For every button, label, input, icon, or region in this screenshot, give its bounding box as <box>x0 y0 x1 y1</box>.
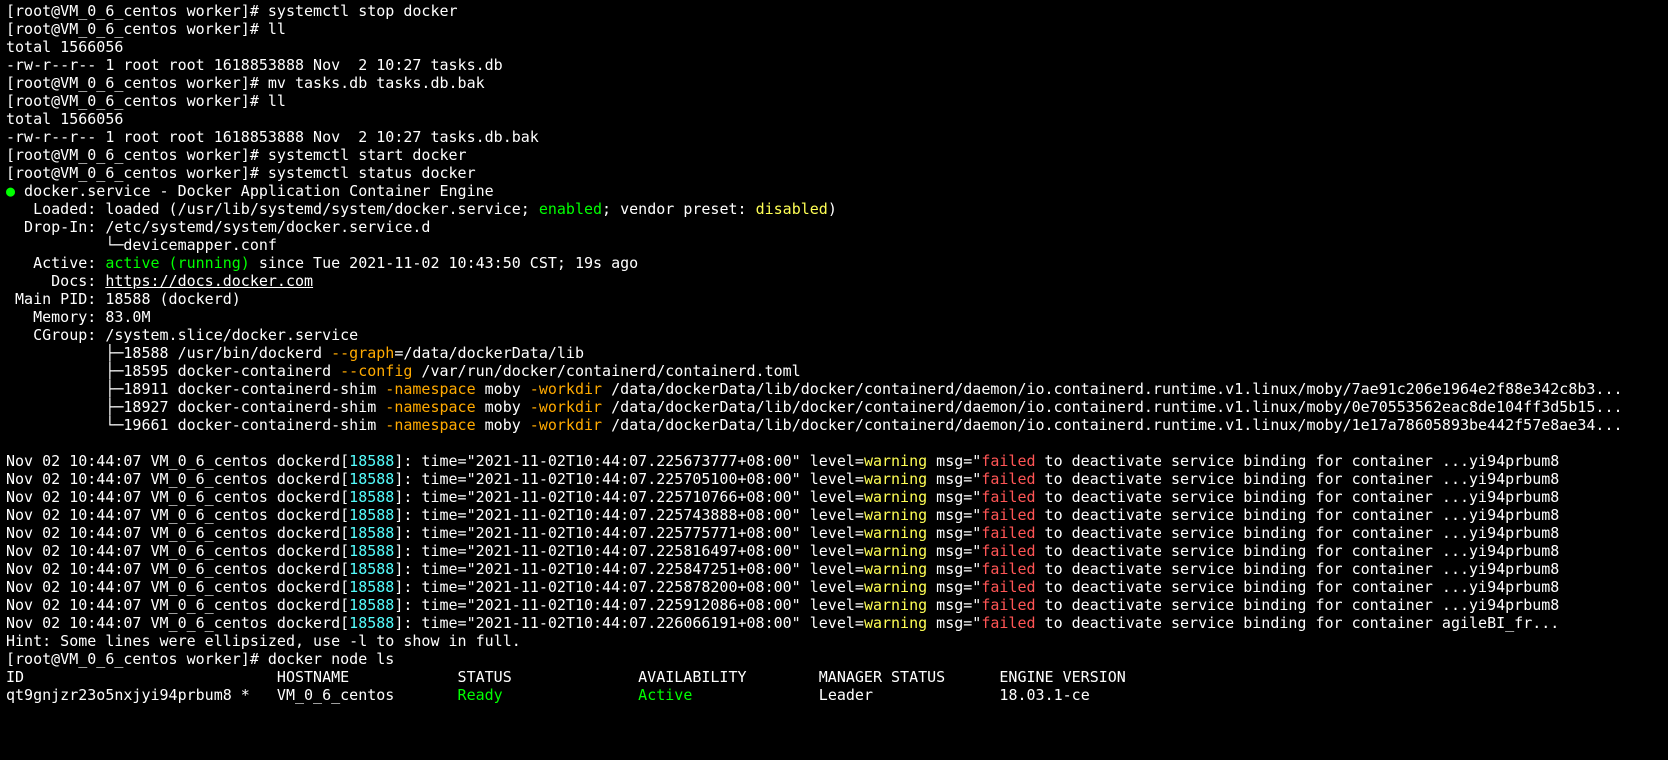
pid-text: 18588 <box>349 578 394 596</box>
terminal-line: └─19661 docker-containerd-shim -namespac… <box>6 416 1662 434</box>
terminal-line: ├─18588 /usr/bin/dockerd --graph=/data/d… <box>6 344 1662 362</box>
pid-text: 18588 <box>349 596 394 614</box>
blank-line <box>6 434 1662 452</box>
flag-text: -workdir <box>530 380 602 398</box>
terminal-line: Nov 02 10:44:07 VM_0_6_centos dockerd[18… <box>6 524 1662 542</box>
failed-text: failed <box>981 524 1035 542</box>
terminal-line: [root@VM_0_6_centos worker]# systemctl s… <box>6 164 1662 182</box>
terminal-line: Docs: https://docs.docker.com <box>6 272 1662 290</box>
terminal-line: [root@VM_0_6_centos worker]# systemctl s… <box>6 146 1662 164</box>
command-text: docker node ls <box>268 650 394 668</box>
pid-text: 18588 <box>349 614 394 632</box>
terminal-line: [root@VM_0_6_centos worker]# mv tasks.db… <box>6 74 1662 92</box>
terminal-line: └─devicemapper.conf <box>6 236 1662 254</box>
level-text: warning <box>864 614 927 632</box>
command-text: systemctl start docker <box>268 146 467 164</box>
docs-link[interactable]: https://docs.docker.com <box>105 272 313 290</box>
terminal-line: -rw-r--r-- 1 root root 1618853888 Nov 2 … <box>6 128 1662 146</box>
command-text: systemctl status docker <box>268 164 476 182</box>
pid-text: 18588 <box>349 560 394 578</box>
failed-text: failed <box>981 488 1035 506</box>
pid-text: 18588 <box>349 452 394 470</box>
level-text: warning <box>864 596 927 614</box>
flag-text: -workdir <box>530 416 602 434</box>
terminal-line: ID HOSTNAME STATUS AVAILABILITY MANAGER … <box>6 668 1662 686</box>
command-text: ll <box>268 20 286 38</box>
terminal-line: [root@VM_0_6_centos worker]# docker node… <box>6 650 1662 668</box>
level-text: warning <box>864 506 927 524</box>
terminal-line: Drop-In: /etc/systemd/system/docker.serv… <box>6 218 1662 236</box>
terminal-line: ● docker.service - Docker Application Co… <box>6 182 1662 200</box>
failed-text: failed <box>981 578 1035 596</box>
pid-text: 18588 <box>349 542 394 560</box>
terminal-line: Nov 02 10:44:07 VM_0_6_centos dockerd[18… <box>6 614 1662 632</box>
terminal-line: Nov 02 10:44:07 VM_0_6_centos dockerd[18… <box>6 560 1662 578</box>
failed-text: failed <box>981 542 1035 560</box>
terminal-line: total 1566056 <box>6 38 1662 56</box>
terminal-line: Nov 02 10:44:07 VM_0_6_centos dockerd[18… <box>6 596 1662 614</box>
terminal[interactable]: [root@VM_0_6_centos worker]# systemctl s… <box>0 0 1668 704</box>
pid-text: 18588 <box>349 488 394 506</box>
level-text: warning <box>864 488 927 506</box>
failed-text: failed <box>981 506 1035 524</box>
level-text: warning <box>864 578 927 596</box>
level-text: warning <box>864 452 927 470</box>
terminal-line: [root@VM_0_6_centos worker]# systemctl s… <box>6 2 1662 20</box>
pid-text: 18588 <box>349 506 394 524</box>
terminal-line: qt9gnjzr23o5nxjyi94prbum8 * VM_0_6_cento… <box>6 686 1662 704</box>
terminal-line: Nov 02 10:44:07 VM_0_6_centos dockerd[18… <box>6 470 1662 488</box>
terminal-line: [root@VM_0_6_centos worker]# ll <box>6 92 1662 110</box>
enabled-text: enabled <box>539 200 602 218</box>
terminal-line: Nov 02 10:44:07 VM_0_6_centos dockerd[18… <box>6 488 1662 506</box>
terminal-line: Nov 02 10:44:07 VM_0_6_centos dockerd[18… <box>6 506 1662 524</box>
flag-text: --config <box>340 362 412 380</box>
command-text: ll <box>268 92 286 110</box>
terminal-line: Active: active (running) since Tue 2021-… <box>6 254 1662 272</box>
disabled-text: disabled <box>756 200 828 218</box>
terminal-line: ├─18911 docker-containerd-shim -namespac… <box>6 380 1662 398</box>
terminal-line: total 1566056 <box>6 110 1662 128</box>
status-dot-icon: ● <box>6 182 15 200</box>
terminal-line: Nov 02 10:44:07 VM_0_6_centos dockerd[18… <box>6 542 1662 560</box>
active-text: active (running) <box>105 254 250 272</box>
failed-text: failed <box>981 614 1035 632</box>
terminal-line: Nov 02 10:44:07 VM_0_6_centos dockerd[18… <box>6 578 1662 596</box>
command-text: systemctl stop docker <box>268 2 458 20</box>
level-text: warning <box>864 524 927 542</box>
terminal-line: [root@VM_0_6_centos worker]# ll <box>6 20 1662 38</box>
level-text: warning <box>864 542 927 560</box>
terminal-line: Main PID: 18588 (dockerd) <box>6 290 1662 308</box>
failed-text: failed <box>981 560 1035 578</box>
flag-text: -workdir <box>530 398 602 416</box>
level-text: warning <box>864 470 927 488</box>
terminal-line: CGroup: /system.slice/docker.service <box>6 326 1662 344</box>
command-text: mv tasks.db tasks.db.bak <box>268 74 485 92</box>
node-avail: Active <box>638 686 819 704</box>
pid-text: 18588 <box>349 470 394 488</box>
failed-text: failed <box>981 452 1035 470</box>
node-status: Ready <box>458 686 639 704</box>
flag-text: -namespace <box>385 380 475 398</box>
flag-text: -namespace <box>385 416 475 434</box>
terminal-line: ├─18595 docker-containerd --config /var/… <box>6 362 1662 380</box>
terminal-line: Nov 02 10:44:07 VM_0_6_centos dockerd[18… <box>6 452 1662 470</box>
flag-text: --graph <box>331 344 394 362</box>
pid-text: 18588 <box>349 524 394 542</box>
level-text: warning <box>864 560 927 578</box>
terminal-line: Hint: Some lines were ellipsized, use -l… <box>6 632 1662 650</box>
terminal-line: Loaded: loaded (/usr/lib/systemd/system/… <box>6 200 1662 218</box>
terminal-line: ├─18927 docker-containerd-shim -namespac… <box>6 398 1662 416</box>
terminal-line: -rw-r--r-- 1 root root 1618853888 Nov 2 … <box>6 56 1662 74</box>
failed-text: failed <box>981 596 1035 614</box>
flag-text: -namespace <box>385 398 475 416</box>
failed-text: failed <box>981 470 1035 488</box>
terminal-line: Memory: 83.0M <box>6 308 1662 326</box>
